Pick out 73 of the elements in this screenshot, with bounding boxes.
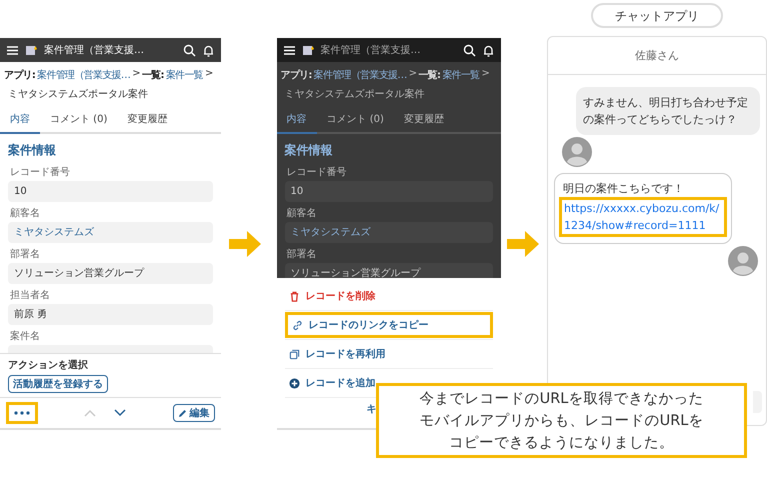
app-title[interactable]: 案件管理（営業支援…	[320, 43, 457, 57]
field-label: 担当者名	[9, 288, 51, 303]
field-label: 部署名	[286, 248, 318, 262]
more-button[interactable]	[6, 402, 38, 424]
app-icon	[302, 44, 315, 56]
breadcrumb-separator: >	[408, 68, 416, 81]
avatar-icon	[562, 137, 592, 167]
field-label: レコード番号	[9, 166, 71, 180]
dots-icon	[14, 411, 30, 415]
field-value: ソリューション営業グループ	[284, 263, 493, 278]
cancel-link[interactable]: キ	[366, 404, 377, 415]
link-icon	[292, 320, 303, 330]
tab[interactable]: 内容	[276, 106, 317, 134]
tab[interactable]: コメント (0)	[40, 106, 118, 134]
message-link[interactable]: https://xxxxx.cybozu.com/k/1234/show#record=1111	[559, 197, 727, 237]
field-value: 10	[8, 181, 213, 202]
breadcrumb-separator: >	[205, 68, 213, 81]
message-text: 明日の案件こちらです！	[563, 181, 685, 197]
breadcrumb-link[interactable]: 案件管理（営業支援…	[314, 68, 407, 82]
tab[interactable]: 内容	[0, 106, 40, 134]
breadcrumb-label: アプリ:	[4, 68, 36, 82]
copy-icon	[288, 348, 300, 360]
field-value: ソリューション営業グループ	[8, 263, 213, 284]
breadcrumb-label: 一覧:	[418, 68, 440, 82]
field-label: 顧客名	[9, 206, 41, 221]
field-value: 10	[284, 181, 493, 202]
tab[interactable]: 変更履歴	[394, 106, 454, 134]
arrow-right-icon	[507, 230, 539, 258]
menu-item[interactable]: レコードを削除	[284, 285, 380, 307]
breadcrumb-separator: >	[482, 68, 490, 81]
field-label: 顧客名	[286, 206, 318, 221]
field-value: ミヤタシステムズ	[8, 222, 213, 243]
bell-icon[interactable]	[202, 44, 215, 56]
menu-icon[interactable]	[282, 44, 296, 56]
field-label: 案件名	[9, 330, 41, 344]
contact-name: 佐藤さん	[548, 37, 766, 75]
tab[interactable]: 変更履歴	[117, 106, 178, 134]
menu-item[interactable]: レコードを追加	[284, 372, 380, 394]
field-value: ミヤタシステムズ	[284, 222, 493, 243]
avatar-icon	[728, 246, 758, 276]
action-label: アクションを選択	[8, 358, 89, 372]
app-title[interactable]: 案件管理（営業支援…	[44, 43, 177, 57]
arrow-right-icon	[228, 230, 261, 258]
breadcrumb-link[interactable]: 案件一覧	[166, 68, 204, 82]
breadcrumb-link[interactable]: 案件管理（営業支援…	[37, 68, 130, 82]
field-label: 部署名	[9, 248, 41, 262]
chevron-down-icon[interactable]	[114, 409, 126, 417]
field-value: 前原 勇	[8, 304, 213, 325]
message-bubble: すみません、明日打ち合わせ予定の案件ってどちらでしたっけ？	[576, 87, 760, 135]
app-icon	[25, 44, 38, 56]
record-title: ミヤタシステムズポータル案件	[7, 88, 149, 102]
menu-item[interactable]: レコードを再利用	[284, 343, 390, 365]
tab[interactable]: コメント (0)	[316, 106, 394, 134]
plus-circle-icon	[288, 378, 300, 388]
edit-button[interactable]: 編集	[172, 404, 214, 422]
field-label: レコード番号	[286, 166, 348, 180]
bell-icon[interactable]	[482, 44, 495, 56]
action-button[interactable]: 活動履歴を登録する	[8, 375, 108, 393]
section-heading: 案件情報	[284, 142, 334, 159]
pencil-icon	[178, 408, 186, 418]
record-title: ミヤタシステムズポータル案件	[284, 88, 426, 102]
breadcrumb-label: 一覧:	[142, 68, 164, 82]
menu-icon[interactable]	[6, 44, 19, 56]
breadcrumb-link[interactable]: 案件一覧	[442, 68, 480, 82]
callout-text: 今までレコードのURLを取得できなかったモバイルアプリからも、レコードのURLをコピーできるようになりました。	[418, 390, 704, 452]
search-icon[interactable]	[463, 44, 476, 56]
search-icon[interactable]	[182, 44, 196, 56]
app-label: チャットアプリ	[591, 3, 723, 28]
trash-icon	[288, 290, 300, 302]
breadcrumb-separator: >	[132, 68, 140, 81]
menu-item[interactable]: レコードのリンクをコピー	[284, 312, 493, 338]
breadcrumb-label: アプリ:	[280, 68, 312, 82]
section-heading: 案件情報	[7, 142, 57, 159]
